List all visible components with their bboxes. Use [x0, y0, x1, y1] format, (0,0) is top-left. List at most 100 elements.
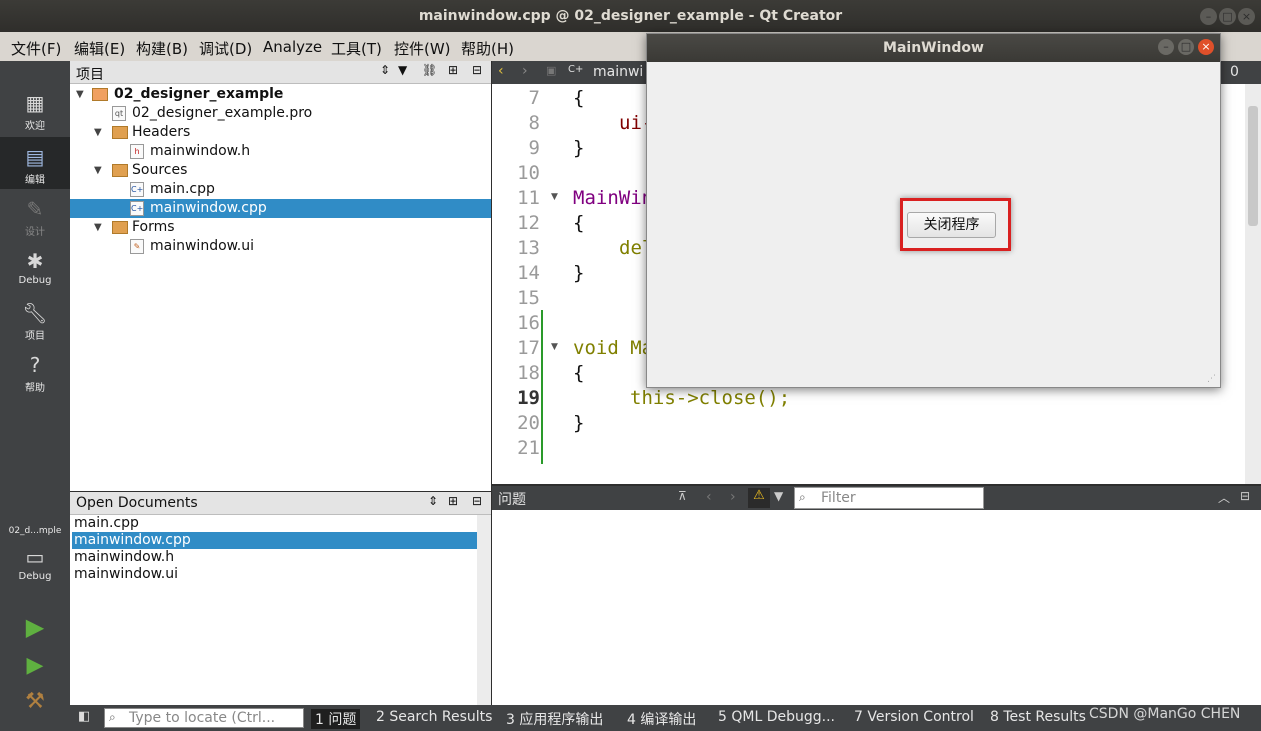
close-pane-icon[interactable]: ⊟ — [1240, 489, 1250, 503]
build-hammer-icon[interactable]: ⚒ — [0, 689, 70, 714]
menu-help[interactable]: 帮助(H) — [461, 38, 514, 59]
line-number: 14 — [517, 262, 540, 284]
prev-icon[interactable]: ‹ — [706, 489, 712, 505]
cpp-file-icon: C+ — [130, 201, 144, 216]
output-tab-vcs[interactable]: 7 Version Control — [854, 709, 974, 725]
folder-icon — [112, 164, 128, 177]
issues-filter-input[interactable]: ⌕ Filter — [794, 487, 984, 509]
editor-file-name[interactable]: mainwi — [593, 64, 643, 80]
sort-icon[interactable]: ⇕ — [380, 63, 390, 77]
close-program-button[interactable]: 关闭程序 — [907, 212, 996, 238]
code-line: this->close(); — [630, 387, 791, 409]
sort-icon[interactable]: ⇕ — [428, 494, 438, 508]
close-icon[interactable]: × — [1238, 8, 1255, 25]
mode-projects[interactable]: 🔧︎ 项目 — [0, 301, 70, 342]
cpp-file-icon: C+ — [130, 182, 144, 197]
code-line: MainWin — [573, 187, 654, 209]
open-doc-item[interactable]: mainwindow.h — [72, 549, 477, 566]
output-tab-issues[interactable]: 1 问题 — [311, 709, 361, 729]
resize-grip-icon[interactable]: ⋰ — [1207, 374, 1216, 384]
tree-item-mainwindow-h[interactable]: h mainwindow.h — [70, 142, 491, 161]
open-docs-title: Open Documents — [76, 495, 198, 511]
sidebar-toggle-icon[interactable]: ◧ — [78, 709, 90, 724]
kit-selector[interactable]: ▭ Debug — [0, 545, 70, 582]
output-tab-tests[interactable]: 8 Test Results — [990, 709, 1086, 725]
forward-icon[interactable]: › — [522, 63, 528, 79]
line-col-indicator[interactable]: 0 — [1230, 64, 1239, 80]
project-panel-title: 项目 — [76, 67, 104, 83]
expand-arrow-icon[interactable]: ▼ — [94, 161, 102, 180]
tree-item-sources[interactable]: ▼ Sources — [70, 161, 491, 180]
split-icon[interactable]: ⊞ — [448, 494, 458, 508]
locate-input[interactable]: ⌕ Type to locate (Ctrl... — [104, 708, 304, 728]
app-maximize-icon[interactable]: □ — [1178, 39, 1194, 55]
tree-item-mainwindow-ui[interactable]: ✎ mainwindow.ui — [70, 237, 491, 256]
tree-item-mainwindow-cpp[interactable]: C+ mainwindow.cpp — [70, 199, 491, 218]
project-icon — [92, 88, 108, 101]
expand-arrow-icon[interactable]: ▼ — [94, 218, 102, 237]
tree-item-pro-file[interactable]: qt 02_designer_example.pro — [70, 104, 491, 123]
menu-debug[interactable]: 调试(D) — [199, 38, 252, 59]
menu-file[interactable]: 文件(F) — [11, 38, 61, 59]
app-close-icon[interactable]: × — [1198, 39, 1214, 55]
menu-tools[interactable]: 工具(T) — [331, 38, 382, 59]
build-issues-icon[interactable]: ⊼ — [678, 489, 687, 503]
mode-debug[interactable]: ✱ Debug — [0, 249, 70, 286]
fold-arrow-icon[interactable]: ▼ — [551, 342, 558, 352]
menu-analyze[interactable]: Analyze — [263, 38, 322, 56]
pro-file-icon: qt — [112, 106, 126, 121]
split-icon[interactable]: ⊞ — [448, 63, 458, 77]
back-icon[interactable]: ‹ — [498, 63, 504, 79]
scrollbar-thumb[interactable] — [1248, 106, 1258, 226]
open-doc-item[interactable]: mainwindow.ui — [72, 566, 477, 583]
search-icon: ⌕ — [799, 490, 806, 504]
window-title: mainwindow.cpp @ 02_designer_example - Q… — [418, 8, 843, 24]
fold-arrow-icon[interactable]: ▼ — [551, 192, 558, 202]
open-docs-scrollbar[interactable] — [477, 515, 491, 705]
window-title-bar: mainwindow.cpp @ 02_designer_example - Q… — [0, 0, 1261, 32]
close-panel-icon[interactable]: ⊟ — [472, 63, 482, 77]
search-icon: ⌕ — [109, 710, 116, 724]
header-file-icon: h — [130, 144, 144, 159]
app-minimize-icon[interactable]: – — [1158, 39, 1174, 55]
filter-icon[interactable]: ▼ — [774, 489, 783, 503]
open-doc-item[interactable]: mainwindow.cpp — [72, 532, 477, 549]
debug-run-icon[interactable]: ▶ — [0, 653, 70, 678]
minimize-icon[interactable]: – — [1200, 8, 1217, 25]
lock-icon: ▣ — [546, 64, 557, 77]
mode-welcome[interactable]: ▦ 欢迎 — [0, 91, 70, 132]
filter-icon[interactable]: ▼ — [398, 63, 407, 77]
maximize-icon[interactable]: □ — [1219, 8, 1236, 25]
maximize-pane-icon[interactable]: ︿ — [1218, 489, 1230, 506]
next-icon[interactable]: › — [730, 489, 736, 505]
change-marker — [541, 310, 543, 464]
close-panel-icon[interactable]: ⊟ — [472, 494, 482, 508]
mode-edit[interactable]: ▤ 编辑 — [0, 137, 70, 189]
output-tab-qml[interactable]: 5 QML Debugg... — [718, 709, 835, 725]
tree-item-headers[interactable]: ▼ Headers — [70, 123, 491, 142]
tree-item-forms[interactable]: ▼ Forms — [70, 218, 491, 237]
menu-build[interactable]: 构建(B) — [136, 38, 188, 59]
open-doc-item[interactable]: main.cpp — [72, 515, 477, 532]
output-tab-compile[interactable]: 4 编译输出 — [627, 709, 696, 729]
warning-icon[interactable]: ⚠ — [748, 488, 770, 508]
code-line: void Ma — [573, 337, 654, 359]
editor-scrollbar[interactable] — [1245, 84, 1261, 484]
tree-item-main-cpp[interactable]: C+ main.cpp — [70, 180, 491, 199]
run-icon[interactable]: ▶ — [0, 613, 70, 641]
menu-edit[interactable]: 编辑(E) — [74, 38, 125, 59]
project-panel-header: 项目 ⇕ ▼ ⛓ ⊞ ⊟ — [70, 61, 491, 84]
output-tab-app-output[interactable]: 3 应用程序输出 — [506, 709, 603, 729]
line-number: 16 — [517, 312, 540, 334]
output-tab-search[interactable]: 2 Search Results — [376, 709, 492, 725]
folder-icon — [112, 221, 128, 234]
link-icon[interactable]: ⛓ — [422, 63, 437, 77]
line-number-current: 19 — [517, 387, 540, 409]
mode-help[interactable]: ? 帮助 — [0, 353, 70, 394]
expand-arrow-icon[interactable]: ▼ — [76, 85, 84, 104]
tree-item-project[interactable]: ▼ 02_designer_example — [70, 85, 491, 104]
menu-widgets[interactable]: 控件(W) — [394, 38, 451, 59]
code-line: { — [573, 87, 585, 109]
mode-design[interactable]: ✎ 设计 — [0, 197, 70, 238]
expand-arrow-icon[interactable]: ▼ — [94, 123, 102, 142]
